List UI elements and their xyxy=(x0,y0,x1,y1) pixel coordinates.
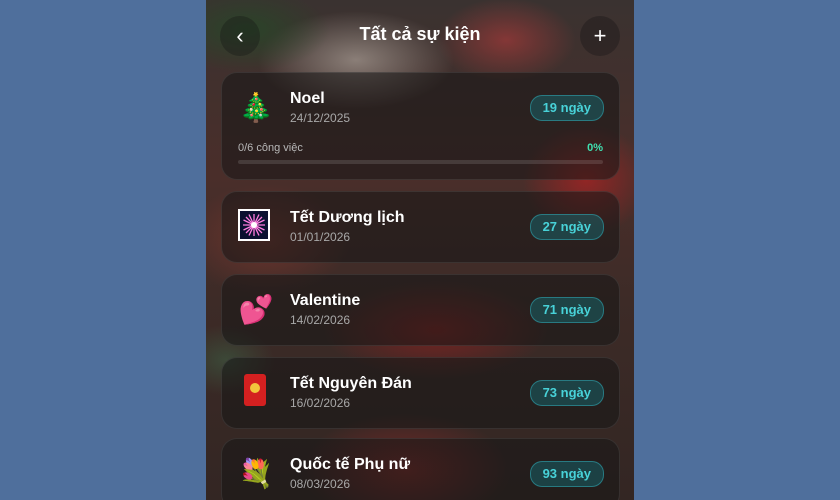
event-date: 14/02/2026 xyxy=(290,313,351,327)
event-card-tet-duong-lich[interactable]: Tết Dương lịch 01/01/2026 27 ngày xyxy=(221,191,620,263)
add-event-button[interactable]: + xyxy=(580,16,620,56)
event-name: Valentine xyxy=(290,292,361,309)
event-date: 01/01/2026 xyxy=(290,230,351,244)
event-date: 08/03/2026 xyxy=(290,477,351,491)
event-card-quoc-te-phu-nu[interactable]: 💐 Quốc tế Phụ nữ 08/03/2026 93 ngày xyxy=(221,438,620,500)
event-card-tet-nguyen-dan[interactable]: Tết Nguyên Đán 16/02/2026 73 ngày xyxy=(221,357,620,429)
event-card-valentine[interactable]: 💕 Valentine 14/02/2026 71 ngày xyxy=(221,274,620,346)
christmas-tree-icon: 🎄 xyxy=(238,92,274,123)
event-date: 16/02/2026 xyxy=(290,396,351,410)
red-envelope-icon xyxy=(244,374,266,406)
plus-icon: + xyxy=(593,23,607,48)
days-remaining-badge: 73 ngày xyxy=(529,380,604,406)
two-hearts-icon: 💕 xyxy=(238,294,274,325)
bouquet-icon: 💐 xyxy=(238,458,274,489)
event-name: Noel xyxy=(290,90,325,107)
progress-percent: 0% xyxy=(587,142,603,154)
days-remaining-badge: 27 ngày xyxy=(529,214,604,240)
event-date: 24/12/2025 xyxy=(290,111,351,125)
event-name: Quốc tế Phụ nữ xyxy=(290,456,411,473)
progress-bar xyxy=(238,160,603,164)
fireworks-icon xyxy=(238,209,270,241)
header: ‹ Tất cả sự kiện + xyxy=(206,16,634,56)
task-count: 0/6 công việc xyxy=(238,142,303,154)
days-remaining-badge: 71 ngày xyxy=(529,297,604,323)
event-card-noel[interactable]: 🎄 Noel 24/12/2025 19 ngày 0/6 công việc … xyxy=(221,72,620,180)
event-name: Tết Nguyên Đán xyxy=(290,375,412,392)
days-remaining-badge: 93 ngày xyxy=(529,461,604,487)
phone-screen: ‹ Tất cả sự kiện + 🎄 Noel 24/12/2025 19 … xyxy=(206,0,634,500)
event-name: Tết Dương lịch xyxy=(290,209,405,226)
days-remaining-badge: 19 ngày xyxy=(529,95,604,121)
page-title: Tất cả sự kiện xyxy=(359,24,481,44)
